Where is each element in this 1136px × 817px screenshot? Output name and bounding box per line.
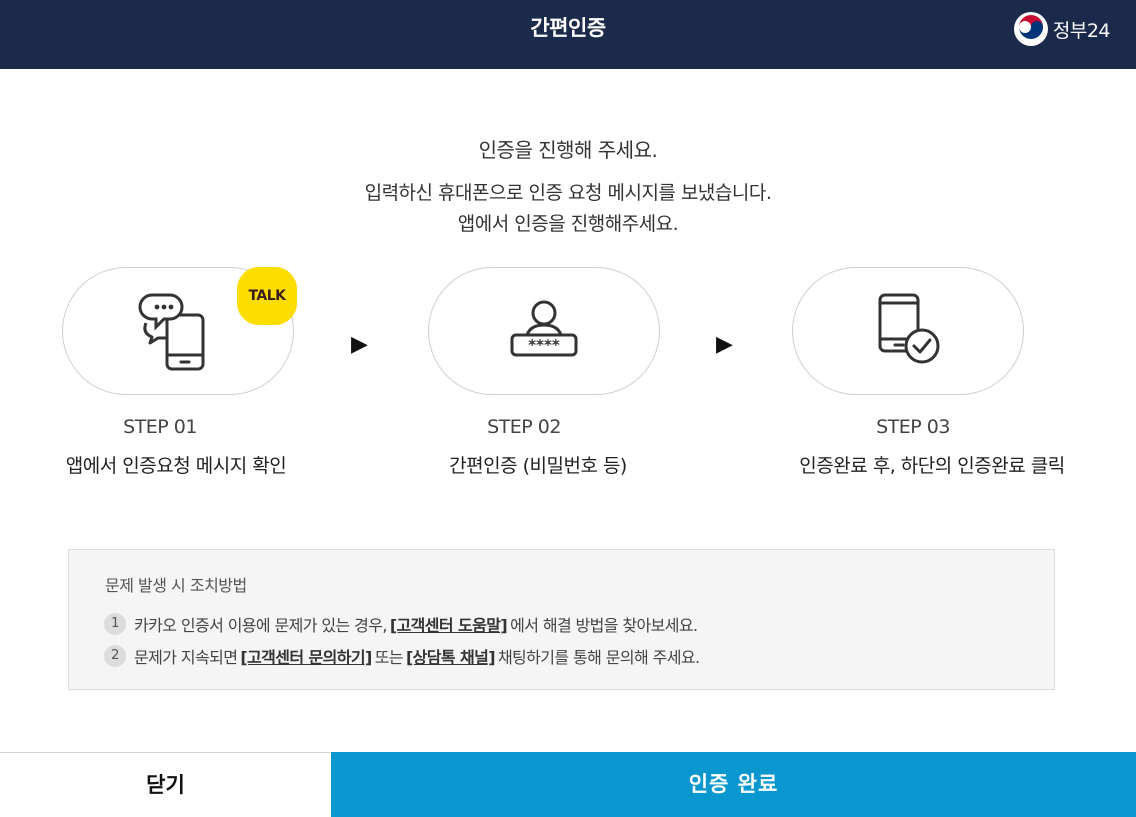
page-title: 간편인증 <box>530 16 606 40</box>
header-bar: 간편인증 정부24 <box>0 0 1136 69</box>
step2-desc: 간편인증 (비밀번호 등) <box>449 455 627 477</box>
kakaotalk-badge: TALK <box>237 267 297 325</box>
step-arrow-icon: ▶ <box>716 332 733 357</box>
instruction-title: 인증을 진행해 주세요. <box>478 138 658 162</box>
step2-card: **** <box>428 267 660 395</box>
auth-complete-button[interactable]: 인증 완료 <box>331 752 1136 817</box>
close-button[interactable]: 닫기 <box>0 752 331 817</box>
step3-card <box>792 267 1024 395</box>
number-badge: 2 <box>104 645 126 667</box>
notice-item-2: 2 문제가 지속되면 [고객센터 문의하기] 또는 [상담톡 채널] 채팅하기를… <box>104 644 700 668</box>
number-badge: 1 <box>104 613 126 635</box>
step1-label: STEP 01 <box>123 416 197 438</box>
step1-desc: 앱에서 인증요청 메시지 확인 <box>65 455 287 477</box>
notice-item-1: 1 카카오 인증서 이용에 문제가 있는 경우, [고객센터 도움말] 에서 해… <box>104 612 698 636</box>
instruction-line-1: 입력하신 휴대폰으로 인증 요청 메시지를 보냈습니다. <box>364 182 772 204</box>
troubleshoot-notice: 문제 발생 시 조치방법 1 카카오 인증서 이용에 문제가 있는 경우, [고… <box>68 549 1055 690</box>
logo-text: 정부24 <box>1052 19 1111 42</box>
step3-label: STEP 03 <box>876 416 950 438</box>
notice-text: 또는 <box>374 648 404 667</box>
chat-channel-link[interactable]: [상담톡 채널] <box>406 644 496 668</box>
step-arrow-icon: ▶ <box>351 332 368 357</box>
instruction-line-2: 앱에서 인증을 진행해주세요. <box>457 213 679 235</box>
gov24-logo[interactable]: 정부24 <box>1013 11 1111 47</box>
phone-check-icon <box>878 293 940 364</box>
help-center-link[interactable]: [고객센터 도움말] <box>390 612 508 636</box>
notice-text: 에서 해결 방법을 찾아보세요. <box>510 616 698 635</box>
notice-title: 문제 발생 시 조치방법 <box>105 576 247 595</box>
instruction-text: 입력하신 휴대폰으로 인증 요청 메시지를 보냈습니다. 앱에서 인증을 진행해… <box>0 178 1136 240</box>
notice-text: 문제가 지속되면 <box>134 648 238 667</box>
svg-text:****: **** <box>528 336 560 354</box>
taegeuk-icon <box>1013 12 1048 46</box>
step2-label: STEP 02 <box>487 416 561 438</box>
notice-text: 카카오 인증서 이용에 문제가 있는 경우, <box>134 616 387 635</box>
notice-text: 채팅하기를 통해 문의해 주세요. <box>497 648 700 667</box>
contact-support-link[interactable]: [고객센터 문의하기] <box>240 644 372 668</box>
phone-chat-icon <box>138 293 205 371</box>
user-password-icon: **** <box>510 300 578 357</box>
kakaotalk-label: TALK <box>248 288 286 304</box>
step3-desc: 인증완료 후, 하단의 인증완료 클릭 <box>799 455 1065 477</box>
